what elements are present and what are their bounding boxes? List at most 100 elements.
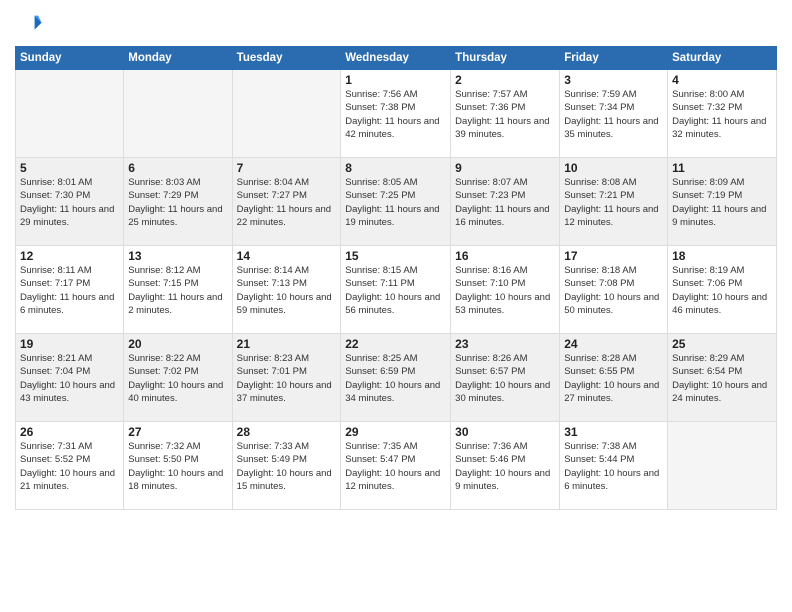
weekday-header: Tuesday (232, 47, 341, 70)
calendar-cell: 16Sunrise: 8:16 AMSunset: 7:10 PMDayligh… (451, 246, 560, 334)
day-number: 25 (672, 337, 772, 351)
day-number: 11 (672, 161, 772, 175)
day-info: Sunrise: 7:38 AMSunset: 5:44 PMDaylight:… (564, 440, 663, 493)
calendar-cell: 25Sunrise: 8:29 AMSunset: 6:54 PMDayligh… (668, 334, 777, 422)
day-number: 20 (128, 337, 227, 351)
day-info: Sunrise: 8:12 AMSunset: 7:15 PMDaylight:… (128, 264, 227, 317)
calendar-cell: 27Sunrise: 7:32 AMSunset: 5:50 PMDayligh… (124, 422, 232, 510)
calendar-cell: 22Sunrise: 8:25 AMSunset: 6:59 PMDayligh… (341, 334, 451, 422)
day-number: 13 (128, 249, 227, 263)
day-info: Sunrise: 7:57 AMSunset: 7:36 PMDaylight:… (455, 88, 555, 141)
day-info: Sunrise: 8:01 AMSunset: 7:30 PMDaylight:… (20, 176, 119, 229)
day-number: 3 (564, 73, 663, 87)
weekday-header: Thursday (451, 47, 560, 70)
calendar-week-row: 19Sunrise: 8:21 AMSunset: 7:04 PMDayligh… (16, 334, 777, 422)
day-number: 17 (564, 249, 663, 263)
calendar-cell (232, 70, 341, 158)
day-number: 18 (672, 249, 772, 263)
calendar-cell: 17Sunrise: 8:18 AMSunset: 7:08 PMDayligh… (560, 246, 668, 334)
day-info: Sunrise: 8:07 AMSunset: 7:23 PMDaylight:… (455, 176, 555, 229)
calendar-cell (668, 422, 777, 510)
calendar-cell: 23Sunrise: 8:26 AMSunset: 6:57 PMDayligh… (451, 334, 560, 422)
calendar-cell: 3Sunrise: 7:59 AMSunset: 7:34 PMDaylight… (560, 70, 668, 158)
calendar-cell: 12Sunrise: 8:11 AMSunset: 7:17 PMDayligh… (16, 246, 124, 334)
header (15, 10, 777, 38)
calendar-cell: 1Sunrise: 7:56 AMSunset: 7:38 PMDaylight… (341, 70, 451, 158)
calendar-cell: 18Sunrise: 8:19 AMSunset: 7:06 PMDayligh… (668, 246, 777, 334)
day-info: Sunrise: 8:11 AMSunset: 7:17 PMDaylight:… (20, 264, 119, 317)
day-number: 19 (20, 337, 119, 351)
weekday-header: Sunday (16, 47, 124, 70)
weekday-header: Monday (124, 47, 232, 70)
calendar: SundayMondayTuesdayWednesdayThursdayFrid… (15, 46, 777, 510)
calendar-week-row: 1Sunrise: 7:56 AMSunset: 7:38 PMDaylight… (16, 70, 777, 158)
day-number: 12 (20, 249, 119, 263)
day-info: Sunrise: 7:59 AMSunset: 7:34 PMDaylight:… (564, 88, 663, 141)
day-number: 29 (345, 425, 446, 439)
calendar-cell: 2Sunrise: 7:57 AMSunset: 7:36 PMDaylight… (451, 70, 560, 158)
calendar-cell: 26Sunrise: 7:31 AMSunset: 5:52 PMDayligh… (16, 422, 124, 510)
day-info: Sunrise: 8:16 AMSunset: 7:10 PMDaylight:… (455, 264, 555, 317)
day-info: Sunrise: 8:09 AMSunset: 7:19 PMDaylight:… (672, 176, 772, 229)
day-info: Sunrise: 7:32 AMSunset: 5:50 PMDaylight:… (128, 440, 227, 493)
day-number: 15 (345, 249, 446, 263)
calendar-header-row: SundayMondayTuesdayWednesdayThursdayFrid… (16, 47, 777, 70)
day-number: 28 (237, 425, 337, 439)
day-number: 1 (345, 73, 446, 87)
weekday-header: Wednesday (341, 47, 451, 70)
day-number: 10 (564, 161, 663, 175)
calendar-cell: 31Sunrise: 7:38 AMSunset: 5:44 PMDayligh… (560, 422, 668, 510)
calendar-cell: 30Sunrise: 7:36 AMSunset: 5:46 PMDayligh… (451, 422, 560, 510)
day-info: Sunrise: 7:56 AMSunset: 7:38 PMDaylight:… (345, 88, 446, 141)
calendar-cell: 14Sunrise: 8:14 AMSunset: 7:13 PMDayligh… (232, 246, 341, 334)
day-number: 23 (455, 337, 555, 351)
calendar-week-row: 5Sunrise: 8:01 AMSunset: 7:30 PMDaylight… (16, 158, 777, 246)
logo (15, 10, 47, 38)
day-number: 9 (455, 161, 555, 175)
logo-icon (15, 10, 43, 38)
calendar-cell: 7Sunrise: 8:04 AMSunset: 7:27 PMDaylight… (232, 158, 341, 246)
day-info: Sunrise: 8:05 AMSunset: 7:25 PMDaylight:… (345, 176, 446, 229)
day-info: Sunrise: 8:18 AMSunset: 7:08 PMDaylight:… (564, 264, 663, 317)
calendar-cell: 11Sunrise: 8:09 AMSunset: 7:19 PMDayligh… (668, 158, 777, 246)
day-info: Sunrise: 8:14 AMSunset: 7:13 PMDaylight:… (237, 264, 337, 317)
calendar-cell (16, 70, 124, 158)
calendar-cell: 4Sunrise: 8:00 AMSunset: 7:32 PMDaylight… (668, 70, 777, 158)
day-info: Sunrise: 8:22 AMSunset: 7:02 PMDaylight:… (128, 352, 227, 405)
day-info: Sunrise: 8:26 AMSunset: 6:57 PMDaylight:… (455, 352, 555, 405)
calendar-cell: 9Sunrise: 8:07 AMSunset: 7:23 PMDaylight… (451, 158, 560, 246)
day-info: Sunrise: 8:15 AMSunset: 7:11 PMDaylight:… (345, 264, 446, 317)
page: SundayMondayTuesdayWednesdayThursdayFrid… (0, 0, 792, 612)
day-info: Sunrise: 7:31 AMSunset: 5:52 PMDaylight:… (20, 440, 119, 493)
day-number: 6 (128, 161, 227, 175)
weekday-header: Saturday (668, 47, 777, 70)
calendar-week-row: 26Sunrise: 7:31 AMSunset: 5:52 PMDayligh… (16, 422, 777, 510)
weekday-header: Friday (560, 47, 668, 70)
day-number: 24 (564, 337, 663, 351)
day-info: Sunrise: 8:04 AMSunset: 7:27 PMDaylight:… (237, 176, 337, 229)
day-info: Sunrise: 8:23 AMSunset: 7:01 PMDaylight:… (237, 352, 337, 405)
day-info: Sunrise: 7:33 AMSunset: 5:49 PMDaylight:… (237, 440, 337, 493)
day-info: Sunrise: 8:21 AMSunset: 7:04 PMDaylight:… (20, 352, 119, 405)
day-info: Sunrise: 8:19 AMSunset: 7:06 PMDaylight:… (672, 264, 772, 317)
calendar-cell: 8Sunrise: 8:05 AMSunset: 7:25 PMDaylight… (341, 158, 451, 246)
day-number: 16 (455, 249, 555, 263)
day-number: 30 (455, 425, 555, 439)
calendar-cell: 19Sunrise: 8:21 AMSunset: 7:04 PMDayligh… (16, 334, 124, 422)
day-info: Sunrise: 7:36 AMSunset: 5:46 PMDaylight:… (455, 440, 555, 493)
calendar-cell: 13Sunrise: 8:12 AMSunset: 7:15 PMDayligh… (124, 246, 232, 334)
day-number: 21 (237, 337, 337, 351)
calendar-cell: 15Sunrise: 8:15 AMSunset: 7:11 PMDayligh… (341, 246, 451, 334)
day-number: 22 (345, 337, 446, 351)
calendar-week-row: 12Sunrise: 8:11 AMSunset: 7:17 PMDayligh… (16, 246, 777, 334)
day-number: 26 (20, 425, 119, 439)
day-info: Sunrise: 8:00 AMSunset: 7:32 PMDaylight:… (672, 88, 772, 141)
calendar-cell: 24Sunrise: 8:28 AMSunset: 6:55 PMDayligh… (560, 334, 668, 422)
day-info: Sunrise: 8:03 AMSunset: 7:29 PMDaylight:… (128, 176, 227, 229)
day-info: Sunrise: 7:35 AMSunset: 5:47 PMDaylight:… (345, 440, 446, 493)
day-info: Sunrise: 8:08 AMSunset: 7:21 PMDaylight:… (564, 176, 663, 229)
day-number: 7 (237, 161, 337, 175)
day-number: 4 (672, 73, 772, 87)
calendar-cell: 20Sunrise: 8:22 AMSunset: 7:02 PMDayligh… (124, 334, 232, 422)
day-number: 14 (237, 249, 337, 263)
